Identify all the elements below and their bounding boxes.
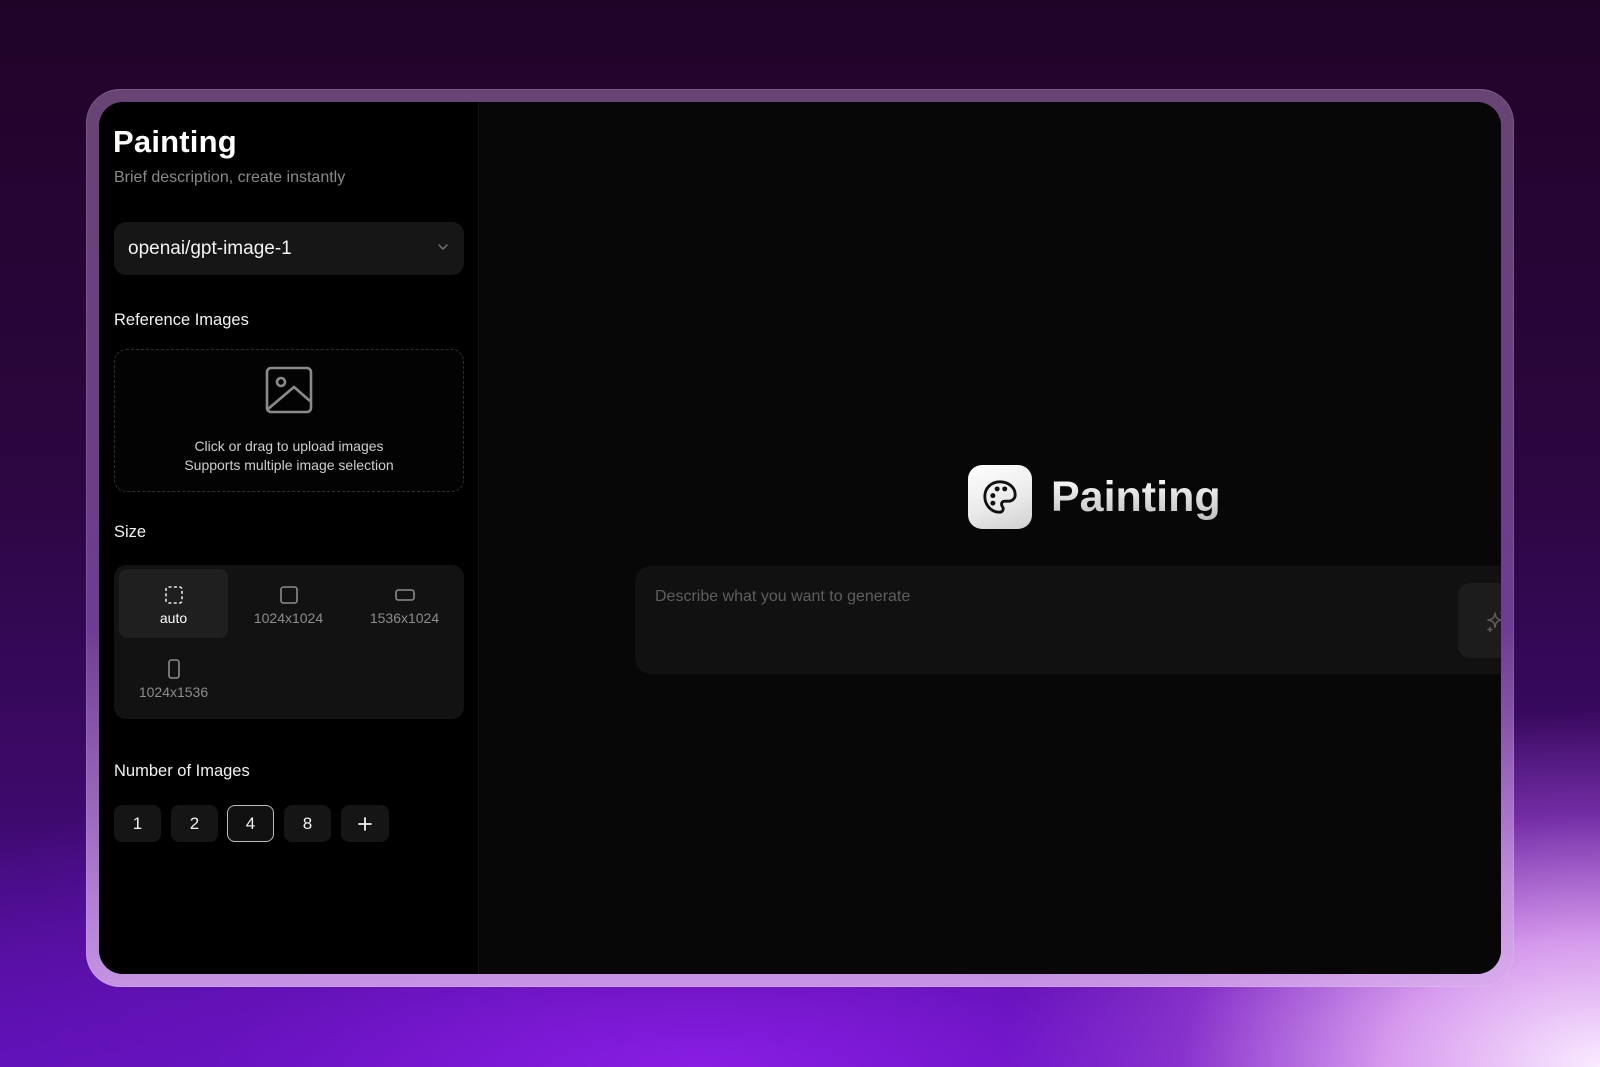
- chevron-down-icon: [438, 244, 448, 250]
- size-options: auto 1024x1024 1536x1024 1024x1536: [114, 565, 464, 719]
- dashed-square-icon: [164, 586, 183, 604]
- sidebar: Painting Brief description, create insta…: [99, 102, 479, 974]
- custom-count-button[interactable]: [341, 805, 389, 842]
- size-option-label: 1536x1024: [369, 610, 440, 626]
- main-panel: Painting: [479, 102, 1501, 974]
- upload-hint: Supports multiple image selection: [184, 457, 394, 473]
- sparkles-icon: [1486, 611, 1501, 632]
- image-count-8[interactable]: 8: [284, 805, 331, 842]
- size-option-auto[interactable]: auto: [119, 569, 228, 638]
- page-title: Painting: [113, 124, 237, 159]
- size-label: Size: [114, 523, 147, 541]
- app-window: Painting Brief description, create insta…: [99, 102, 1501, 974]
- image-icon: [265, 366, 313, 414]
- size-option-1024x1024[interactable]: 1024x1024: [234, 569, 343, 638]
- image-count-1[interactable]: 1: [114, 805, 161, 842]
- size-option-label: 1024x1024: [253, 610, 324, 626]
- model-select[interactable]: openai/gpt-image-1: [114, 222, 464, 275]
- page-subtitle: Brief description, create instantly: [114, 169, 346, 186]
- size-option-label: auto: [159, 610, 188, 626]
- portrait-rect-icon: [167, 659, 180, 679]
- generate-button[interactable]: [1458, 583, 1501, 658]
- model-select-value: openai/gpt-image-1: [128, 237, 292, 259]
- square-icon: [279, 586, 298, 604]
- number-of-images-label: Number of Images: [114, 762, 250, 780]
- prompt-box: [635, 566, 1501, 674]
- size-option-1536x1024[interactable]: 1536x1024: [350, 569, 459, 638]
- size-option-label: 1024x1536: [138, 684, 209, 700]
- plus-icon: [358, 816, 372, 831]
- reference-images-label: Reference Images: [114, 311, 249, 329]
- hero-title: Painting: [1051, 472, 1221, 521]
- upload-instruction: Click or drag to upload images: [194, 438, 384, 454]
- image-upload-dropzone[interactable]: Click or drag to upload images Supports …: [114, 349, 464, 492]
- hero-header: Painting: [968, 465, 1221, 529]
- palette-icon: [968, 465, 1032, 529]
- image-count-2[interactable]: 2: [171, 805, 218, 842]
- image-count-4[interactable]: 4: [227, 805, 274, 842]
- landscape-rect-icon: [394, 589, 415, 601]
- size-option-1024x1536[interactable]: 1024x1536: [119, 643, 228, 712]
- prompt-input[interactable]: [655, 582, 1435, 612]
